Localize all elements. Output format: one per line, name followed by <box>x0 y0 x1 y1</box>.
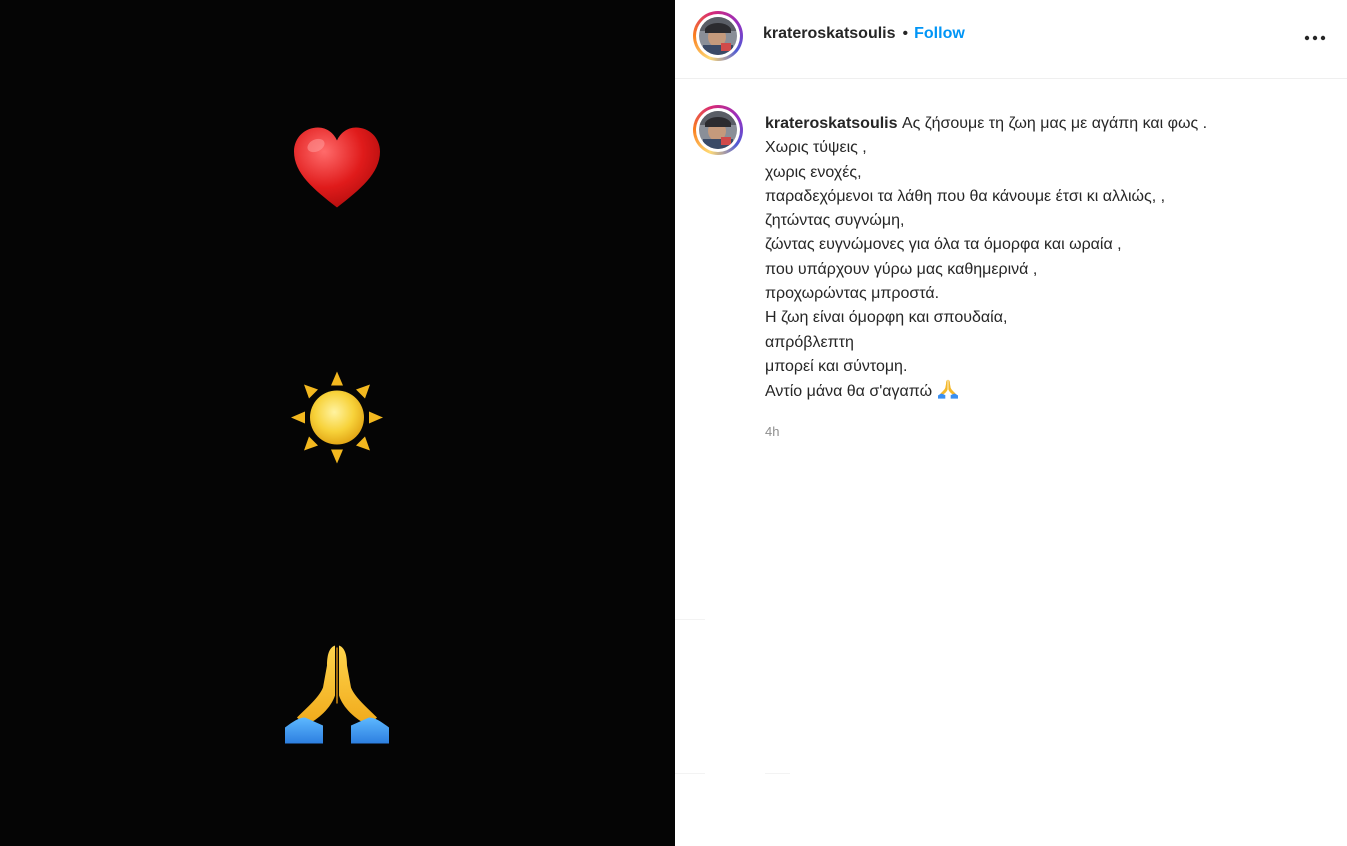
caption-line: παραδεχόμενοι τα λάθη που θα κάνουμε έτσ… <box>765 187 1166 205</box>
caption-line: Η ζωη είναι όμορφη και σπουδαία, <box>765 309 1008 327</box>
caption-line: ζώντας ευγνώμονες για όλα τα όμορφα και … <box>765 236 1122 254</box>
praying-hands-icon <box>937 379 959 407</box>
praying-hands-emoji <box>283 642 391 751</box>
caption-text: krateroskatsoulis Ας ζήσουμε τη ζωη μας … <box>765 112 1325 408</box>
caption-line: Χωρις τύψεις , <box>765 139 867 157</box>
more-options-icon[interactable] <box>1303 28 1327 48</box>
divider <box>675 773 705 774</box>
caption-username[interactable]: krateroskatsoulis <box>765 115 898 132</box>
post-timestamp[interactable]: 4h <box>765 424 779 439</box>
post-media[interactable] <box>0 0 675 846</box>
header-username[interactable]: krateroskatsoulis <box>763 25 896 42</box>
caption-line: Αντίο μάνα θα σ'αγαπώ <box>765 383 933 401</box>
caption-line: ζητώντας συγνώμη, <box>765 212 905 230</box>
post-header: krateroskatsoulis • Follow <box>675 0 1347 79</box>
instagram-post: krateroskatsoulis • Follow krateroskatso… <box>0 0 1347 846</box>
caption-first-line: krateroskatsoulis Ας ζήσουμε τη ζωη μας … <box>765 112 1325 136</box>
post-sidebar: krateroskatsoulis • Follow krateroskatso… <box>675 0 1347 846</box>
heart-emoji <box>292 126 382 215</box>
caption-avatar[interactable] <box>693 105 743 155</box>
avatar-photo <box>699 17 737 55</box>
caption-line: που υπάρχουν γύρω μας καθημερινά , <box>765 260 1038 278</box>
divider <box>675 619 705 620</box>
caption-line: χωρις ενοχές, <box>765 163 862 181</box>
caption-line: προχωρώντας μπροστά. <box>765 285 940 303</box>
divider <box>765 773 790 774</box>
caption-last-line: Αντίο μάνα θα σ'αγαπώ <box>765 379 1325 407</box>
caption-line: Ας ζήσουμε τη ζωη μας με αγάπη και φως . <box>901 115 1208 132</box>
caption-line: απρόβλεπτη <box>765 333 854 351</box>
separator-dot: • <box>902 25 909 42</box>
sun-emoji <box>289 370 385 471</box>
caption-avatar-photo <box>699 111 737 149</box>
avatar[interactable] <box>693 11 743 61</box>
header-user-line: krateroskatsoulis • Follow <box>763 25 965 43</box>
caption-line: μπορεί και σύντομη. <box>765 357 908 375</box>
follow-button[interactable]: Follow <box>914 25 965 42</box>
